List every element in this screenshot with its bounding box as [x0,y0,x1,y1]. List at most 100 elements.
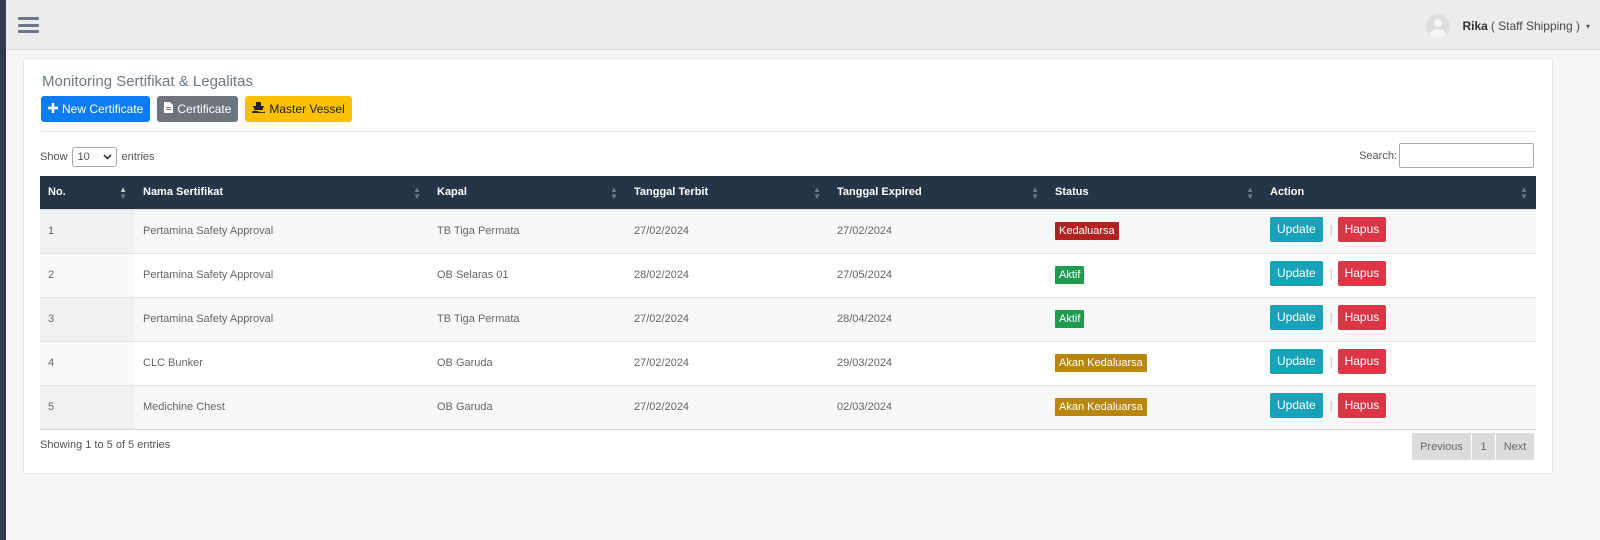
action-separator: | [1329,355,1333,368]
col-header-nama-sertifikat[interactable]: Nama Sertifikat ▲ ▼ [135,176,429,209]
sort-icon: ▲ ▼ [1246,185,1254,201]
previous-button[interactable]: Previous [1412,433,1471,460]
certificate-button[interactable]: Certificate [157,96,239,122]
cell-no: 2 [40,253,135,297]
certificate-label: Certificate [177,102,232,116]
update-button[interactable]: Update [1270,348,1323,374]
page-1-button[interactable]: 1 [1472,433,1495,460]
sort-icon: ▲ ▼ [813,185,821,201]
update-button[interactable]: Update [1270,216,1323,242]
user-menu[interactable]: Rika ( Staff Shipping ) ▾ [1426,13,1590,39]
action-separator: | [1329,223,1333,236]
update-button[interactable]: Update [1270,304,1323,330]
hamburger-icon[interactable] [18,17,39,33]
cell-nama-sertifikat: Pertamina Safety Approval [143,225,274,237]
cell-status: Akan Kedaluarsa [1047,341,1262,385]
sort-icon: ▲ ▼ [1031,185,1039,201]
entries-label: entries [121,151,155,163]
cell-action: Update | Hapus [1262,341,1536,385]
sort-icon: ▲ ▼ [413,185,421,201]
search-control: Search: [1359,143,1534,168]
status-badge: Akan Kedaluarsa [1055,398,1147,416]
col-header-status[interactable]: Status ▲ ▼ [1047,176,1262,209]
sidebar-edge [0,0,6,540]
cell-kapal: TB Tiga Permata [437,225,520,237]
certificate-table: No. ▲ ▼ Nama Sertifikat ▲ ▼ Kapal ▲ ▼ Tanggal … [40,176,1536,430]
cell-no: 3 [40,297,135,341]
col-header-tanggal-terbit[interactable]: Tanggal Terbit ▲ ▼ [626,176,829,209]
table-row: 1 Pertamina Safety Approval TB Tiga Permat… [40,209,1536,253]
page-length-value: 10 [77,151,90,163]
cell-action: Update | Hapus [1262,297,1536,341]
cell-tanggal-expired: 28/04/2024 [837,313,893,325]
master-vessel-button[interactable]: Master Vessel [245,96,352,122]
new-certificate-label: New Certificate [62,102,144,116]
avatar [1426,14,1451,38]
cell-action: Update | Hapus [1262,209,1536,253]
search-input[interactable] [1399,143,1534,168]
hapus-button[interactable]: Hapus [1337,216,1387,242]
plus-icon [48,102,58,116]
cell-nama-sertifikat: Pertamina Safety Approval [143,313,274,325]
show-label: Show [40,151,68,163]
hapus-button[interactable]: Hapus [1337,348,1387,374]
cell-tanggal-terbit: 27/02/2024 [634,401,690,413]
col-header-kapal[interactable]: Kapal ▲ ▼ [429,176,626,209]
hapus-button[interactable]: Hapus [1337,260,1387,286]
user-name: Rika [1462,19,1488,33]
cell-nama-sertifikat: Pertamina Safety Approval [143,269,274,281]
cell-status: Aktif [1047,297,1262,341]
action-separator: | [1329,399,1333,412]
cell-tanggal-expired: 27/05/2024 [837,269,893,281]
status-badge: Kedaluarsa [1055,222,1119,240]
master-vessel-label: Master Vessel [269,102,345,116]
status-badge: Aktif [1055,310,1085,328]
cell-tanggal-expired: 29/03/2024 [837,357,893,369]
cell-tanggal-terbit: 27/02/2024 [634,313,690,325]
sort-icon: ▲ ▼ [119,185,127,201]
chevron-down-icon: ▾ [1585,21,1590,31]
search-label: Search: [1359,149,1397,162]
content-card: Monitoring Sertifikat & Legalitas New Ce… [23,58,1553,474]
hapus-button[interactable]: Hapus [1337,392,1387,418]
cell-no: 1 [40,209,135,253]
cell-kapal: OB Selaras 01 [437,269,509,281]
top-navbar: Rika ( Staff Shipping ) ▾ [6,0,1600,50]
cell-tanggal-expired: 27/02/2024 [837,225,893,237]
table-info: Showing 1 to 5 of 5 entries [40,439,171,451]
cell-status: Akan Kedaluarsa [1047,385,1262,429]
table-row: 4 CLC Bunker OB Garuda 27/02/2024 29/03/2024… [40,341,1536,385]
cell-tanggal-terbit: 27/02/2024 [634,357,690,369]
col-header-no[interactable]: No. ▲ ▼ [40,176,135,209]
cell-action: Update | Hapus [1262,253,1536,297]
sort-icon: ▲ ▼ [1520,185,1528,201]
cell-tanggal-terbit: 27/02/2024 [634,225,690,237]
pagination: Previous 1 Next [1411,433,1534,460]
col-header-action[interactable]: Action ▲ ▼ [1262,176,1536,209]
hapus-button[interactable]: Hapus [1337,304,1387,330]
ship-icon [252,102,266,116]
sort-icon: ▲ ▼ [610,185,618,201]
next-button[interactable]: Next [1496,433,1534,460]
cell-kapal: TB Tiga Permata [437,313,520,325]
new-certificate-button[interactable]: New Certificate [41,96,151,122]
table-row: 5 Medichine Chest OB Garuda 27/02/2024 02/03… [40,385,1536,429]
action-separator: | [1329,267,1333,280]
update-button[interactable]: Update [1270,392,1323,418]
page-length-control: Show 10 entries [40,147,155,167]
cell-status: Aktif [1047,253,1262,297]
cell-kapal: OB Garuda [437,401,493,413]
cell-nama-sertifikat: Medichine Chest [143,401,225,413]
cell-action: Update | Hapus [1262,385,1536,429]
chevron-down-icon [102,154,112,160]
col-header-tanggal-expired[interactable]: Tanggal Expired ▲ ▼ [829,176,1047,209]
status-badge: Akan Kedaluarsa [1055,354,1147,372]
table-row: 2 Pertamina Safety Approval OB Selaras 01 2… [40,253,1536,297]
update-button[interactable]: Update [1270,260,1323,286]
cell-tanggal-expired: 02/03/2024 [837,401,893,413]
document-icon [164,102,174,116]
page-length-select[interactable]: 10 [71,147,117,167]
cell-nama-sertifikat: CLC Bunker [143,357,203,369]
toolbar: New Certificate Certificate Master Vesse… [41,96,359,122]
page-title: Monitoring Sertifikat & Legalitas [42,73,253,90]
